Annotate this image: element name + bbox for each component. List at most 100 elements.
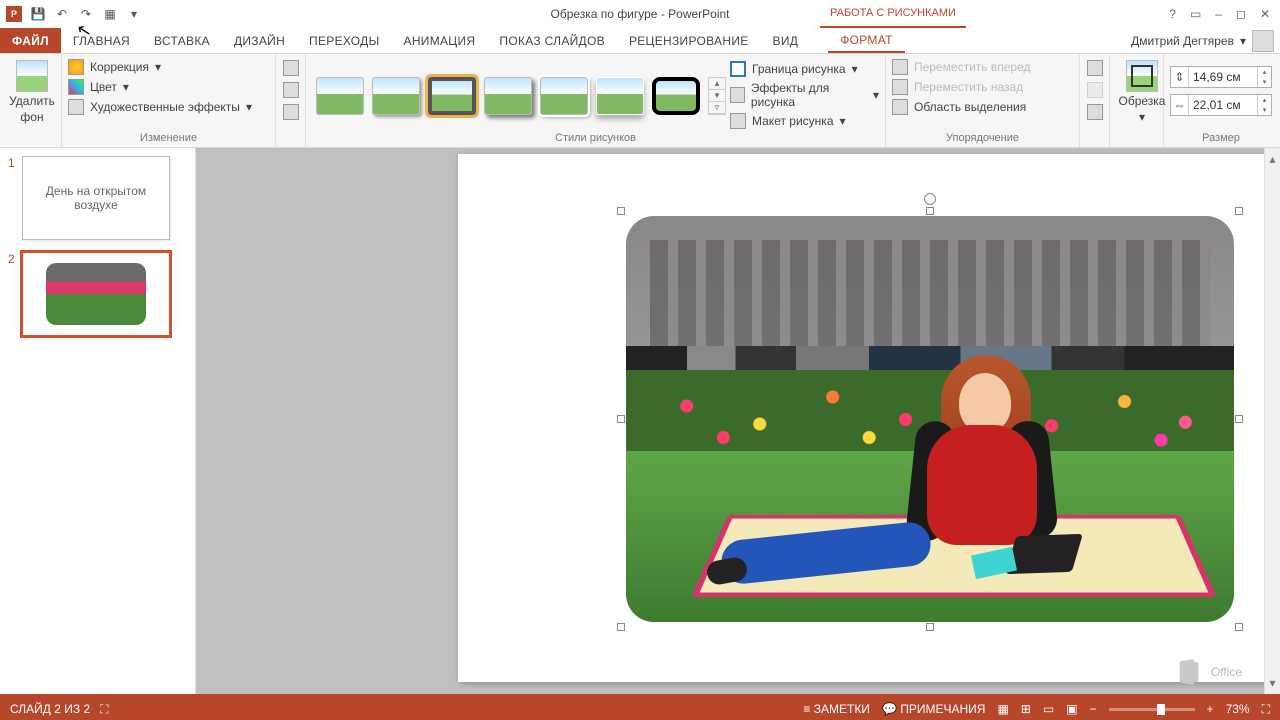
style-thumb-2[interactable] bbox=[372, 77, 420, 115]
maximize-icon[interactable]: ◻ bbox=[1236, 7, 1246, 21]
spellcheck-icon[interactable]: ⛶ bbox=[100, 702, 108, 717]
handle-n[interactable] bbox=[926, 207, 934, 215]
reading-view-icon[interactable]: ▭ bbox=[1043, 702, 1054, 716]
slide-indicator[interactable]: СЛАЙД 2 ИЗ 2 bbox=[10, 702, 90, 716]
account-user[interactable]: Дмитрий Дегтярев ▾ bbox=[1131, 28, 1280, 53]
zoom-level[interactable]: 73% bbox=[1226, 702, 1250, 716]
picture-styles-gallery[interactable]: ▴▾▿ bbox=[312, 58, 730, 130]
slide-canvas[interactable]: Office bbox=[196, 148, 1264, 694]
selection-handles[interactable] bbox=[621, 211, 1239, 627]
window-title: Обрезка по фигуре - PowerPoint bbox=[550, 7, 729, 21]
compress-icon[interactable] bbox=[283, 60, 299, 76]
zoom-in-button[interactable]: + bbox=[1207, 702, 1214, 716]
slide-thumbnail-2[interactable] bbox=[22, 252, 170, 336]
align-icon[interactable] bbox=[1087, 60, 1103, 76]
style-thumb-3[interactable] bbox=[428, 77, 476, 115]
comments-button[interactable]: 💬 ПРИМЕЧАНИЯ bbox=[882, 702, 986, 716]
corrections-button[interactable]: Коррекция▾ bbox=[68, 58, 269, 76]
picture-effects-button[interactable]: Эффекты для рисунка▾ bbox=[730, 80, 879, 110]
crop-button[interactable]: Обрезка ▾ bbox=[1116, 58, 1168, 124]
handle-se[interactable] bbox=[1235, 623, 1243, 631]
minimize-icon[interactable]: – bbox=[1215, 7, 1222, 21]
tab-home[interactable]: ГЛАВНАЯ bbox=[61, 28, 142, 53]
slide-thumbnail-1[interactable]: День на открытом воздухе bbox=[22, 156, 170, 240]
selection-pane-button[interactable]: Область выделения bbox=[892, 98, 1073, 116]
ribbon-display-icon[interactable]: ▭ bbox=[1190, 7, 1201, 21]
effects-icon bbox=[730, 87, 745, 103]
redo-icon[interactable]: ↷ bbox=[78, 6, 94, 22]
slide bbox=[458, 154, 1264, 682]
sorter-view-icon[interactable]: ⊞ bbox=[1021, 702, 1031, 716]
group-objects-icon[interactable] bbox=[1087, 82, 1103, 98]
tab-insert[interactable]: ВСТАВКА bbox=[142, 28, 222, 53]
thumb-2-number: 2 bbox=[8, 252, 16, 336]
height-value: 14,69 см bbox=[1189, 70, 1257, 84]
style-thumb-5[interactable] bbox=[540, 77, 588, 115]
rotate-handle[interactable] bbox=[924, 193, 936, 205]
status-bar: СЛАЙД 2 ИЗ 2 ⛶ ≡ ЗАМЕТКИ 💬 ПРИМЕЧАНИЯ ▦ … bbox=[0, 698, 1280, 720]
height-input[interactable]: ⇕ 14,69 см ▴▾ bbox=[1170, 66, 1272, 88]
brightness-icon bbox=[68, 59, 84, 75]
gallery-scroll[interactable]: ▴▾▿ bbox=[708, 77, 726, 115]
rotate-icon[interactable] bbox=[1087, 104, 1103, 120]
thumb-1-number: 1 bbox=[8, 156, 16, 240]
thumb-2-preview bbox=[46, 263, 146, 325]
tab-file[interactable]: ФАЙЛ bbox=[0, 28, 61, 53]
reset-picture-icon[interactable] bbox=[283, 104, 299, 120]
color-label: Цвет bbox=[90, 80, 117, 94]
picture-layout-button[interactable]: Макет рисунка▾ bbox=[730, 112, 879, 130]
quick-access-toolbar: P 💾 ↶ ↷ ▦ ▾ bbox=[0, 6, 142, 22]
zoom-out-button[interactable]: − bbox=[1090, 702, 1097, 716]
style-thumb-6[interactable] bbox=[596, 77, 644, 115]
remove-background-button[interactable]: Удалить фон bbox=[6, 58, 58, 124]
qat-more-icon[interactable]: ▾ bbox=[126, 6, 142, 22]
tab-slideshow[interactable]: ПОКАЗ СЛАЙДОВ bbox=[487, 28, 617, 53]
help-icon[interactable]: ? bbox=[1169, 7, 1176, 21]
tab-animations[interactable]: АНИМАЦИЯ bbox=[392, 28, 488, 53]
ribbon: Удалить фон Коррекция▾ Цвет▾ Художествен… bbox=[0, 54, 1280, 148]
zoom-thumb[interactable] bbox=[1157, 704, 1165, 715]
fit-to-window-icon[interactable]: ⛶ bbox=[1262, 702, 1270, 717]
artistic-effects-button[interactable]: Художественные эффекты▾ bbox=[68, 98, 269, 116]
handle-nw[interactable] bbox=[617, 207, 625, 215]
width-spinner[interactable]: ▴▾ bbox=[1257, 95, 1271, 115]
picture-border-button[interactable]: Граница рисунка▾ bbox=[730, 60, 879, 78]
style-thumb-4[interactable] bbox=[484, 77, 532, 115]
tab-transitions[interactable]: ПЕРЕХОДЫ bbox=[297, 28, 391, 53]
undo-icon[interactable]: ↶ bbox=[54, 6, 70, 22]
slideshow-icon[interactable]: ▦ bbox=[102, 6, 118, 22]
color-button[interactable]: Цвет▾ bbox=[68, 78, 269, 96]
tab-format[interactable]: ФОРМАТ bbox=[828, 28, 905, 53]
handle-ne[interactable] bbox=[1235, 207, 1243, 215]
notes-button[interactable]: ≡ ЗАМЕТКИ bbox=[803, 702, 870, 716]
chevron-down-icon: ▾ bbox=[1240, 34, 1246, 48]
vertical-scrollbar[interactable]: ▴▾ bbox=[1264, 148, 1280, 694]
close-icon[interactable]: ✕ bbox=[1260, 7, 1270, 21]
change-picture-icon[interactable] bbox=[283, 82, 299, 98]
zoom-slider[interactable] bbox=[1109, 708, 1195, 711]
slideshow-view-icon[interactable]: ▣ bbox=[1066, 702, 1077, 716]
style-thumb-7[interactable] bbox=[652, 77, 700, 115]
tab-view[interactable]: ВИД bbox=[761, 28, 811, 53]
border-icon bbox=[730, 61, 746, 77]
group-adjust-spacer bbox=[6, 142, 55, 147]
forward-label: Переместить вперед bbox=[914, 60, 1030, 74]
app-icon: P bbox=[6, 6, 22, 22]
handle-sw[interactable] bbox=[617, 623, 625, 631]
handle-s[interactable] bbox=[926, 623, 934, 631]
handle-e[interactable] bbox=[1235, 415, 1243, 423]
tab-review[interactable]: РЕЦЕНЗИРОВАНИЕ bbox=[617, 28, 761, 53]
height-spinner[interactable]: ▴▾ bbox=[1257, 67, 1271, 87]
remove-bg-icon bbox=[16, 60, 48, 92]
handle-w[interactable] bbox=[617, 415, 625, 423]
style-thumb-1[interactable] bbox=[316, 77, 364, 115]
tab-design[interactable]: ДИЗАЙН bbox=[222, 28, 297, 53]
comments-label: ПРИМЕЧАНИЯ bbox=[900, 702, 985, 716]
group-adjust-label: Изменение bbox=[68, 130, 269, 147]
color-icon bbox=[68, 79, 84, 95]
normal-view-icon[interactable]: ▦ bbox=[997, 702, 1008, 716]
user-name-label: Дмитрий Дегтярев bbox=[1131, 34, 1234, 48]
width-input[interactable]: ⇔ 22,01 см ▴▾ bbox=[1170, 94, 1272, 116]
save-icon[interactable]: 💾 bbox=[30, 6, 46, 22]
remove-bg-label1: Удалить bbox=[9, 94, 55, 108]
